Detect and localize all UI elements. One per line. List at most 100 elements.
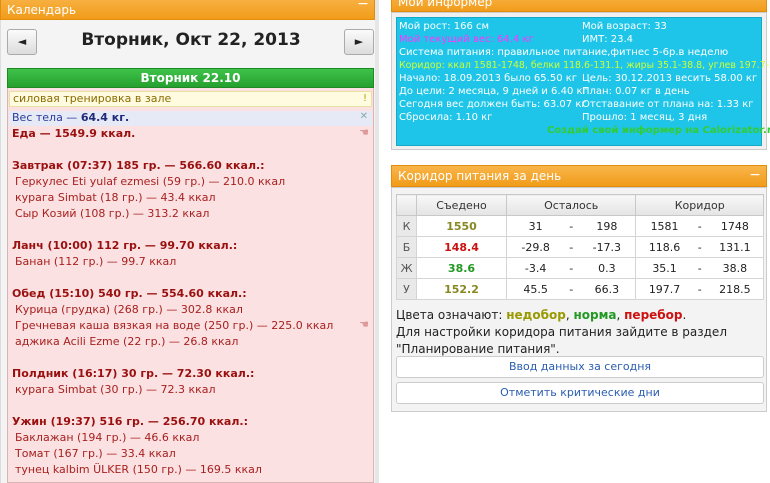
calendar-collapse-button[interactable]: − [356, 0, 370, 13]
range-dash: - [564, 236, 579, 258]
cor-min: 1581 [635, 215, 693, 237]
left-max: -17.3 [578, 236, 637, 258]
corridor-table: Съедено Осталось Коридор К 1550 31 - 198… [396, 194, 764, 300]
row-label: К [396, 215, 417, 237]
next-day-button[interactable]: ► [344, 29, 374, 55]
meal-title: Ужин (19:37) 516 гр. — 256.70 ккал.: [12, 415, 248, 428]
meal-item: Томат (167 гр.) — 33.4 ккал [15, 447, 176, 460]
table-row: К 1550 31 - 198 1581 - 1748 [396, 215, 764, 237]
workout-text: силовая тренировка в зале [13, 92, 172, 105]
range-dash: - [692, 215, 707, 237]
left-min: 31 [506, 215, 565, 237]
corridor-header: Коридор питания за день − [391, 165, 767, 187]
eaten-value: 1550 [416, 215, 507, 237]
corridor-collapse-button[interactable]: − [748, 168, 762, 184]
cor-min: 197.7 [635, 278, 693, 300]
table-row: У 152.2 45.5 - 66.3 197.7 - 218.5 [396, 278, 764, 300]
range-dash: - [692, 278, 707, 300]
food-pin-icon[interactable]: ☚ [359, 126, 369, 139]
row-label: Ж [396, 257, 417, 279]
meal-item: Геркулес Eti yulaf ezmesi (59 гр.) — 210… [15, 175, 286, 188]
page-scrollbar[interactable] [375, 0, 379, 483]
meal-item: Курица (грудка) (268 гр.) — 302.8 ккал [15, 303, 243, 316]
row-label: У [396, 278, 417, 300]
eaten-value: 148.4 [416, 236, 507, 258]
cor-min: 35.1 [635, 257, 693, 279]
table-row: Ж 38.6 -3.4 - 0.3 35.1 - 38.8 [396, 257, 764, 279]
corridor-header-title: Коридор питания за день [398, 169, 562, 183]
row-label: Б [396, 236, 417, 258]
left-max: 0.3 [578, 257, 637, 279]
eaten-value: 38.6 [416, 257, 507, 279]
prev-day-button[interactable]: ◄ [7, 29, 37, 55]
informer-lost: Сбросила: 1.10 кг [399, 112, 493, 123]
eaten-value: 152.2 [416, 278, 507, 300]
left-min: -3.4 [506, 257, 565, 279]
left-max: 198 [578, 215, 637, 237]
informer-age: Мой возраст: 33 [582, 21, 667, 32]
cor-max: 1748 [706, 215, 764, 237]
cor-max: 38.8 [706, 257, 764, 279]
meal-item: Сыр Козий (108 гр.) — 313.2 ккал [15, 207, 210, 220]
meal-item: Банан (112 гр.) — 99.7 ккал [15, 255, 177, 268]
left-max: 66.3 [578, 278, 637, 300]
meal-title: Обед (15:10) 540 гр. — 554.60 ккал.: [12, 287, 247, 300]
meal-item: Баклажан (194 гр.) — 46.6 ккал [15, 431, 200, 444]
meal-item: Гречневая каша вязкая на воде (250 гр.) … [15, 319, 334, 332]
cor-max: 218.5 [706, 278, 764, 300]
legend-over: перебор [624, 308, 683, 322]
informer-bmi: ИМТ: 23.4 [582, 34, 634, 45]
calendar-header: Календарь − [0, 0, 375, 20]
mark-critical-days-button[interactable]: Отметить критические дни [396, 382, 764, 404]
meal-title: Полдник (16:17) 30 гр. — 72.30 ккал.: [12, 367, 255, 380]
calendar-panel: ◄ Вторник, Окт 22, 2013 ► Вторник 22.10 … [0, 20, 378, 483]
meal-item: тунец kalbim ÜLKER (150 гр.) — 169.5 кка… [15, 463, 262, 476]
enter-today-data-button[interactable]: Ввод данных за сегодня [396, 356, 764, 378]
meal-title: Ланч (10:00) 112 гр. — 99.70 ккал.: [12, 239, 238, 252]
day-header[interactable]: Вторник 22.10 [7, 68, 374, 88]
meal-item: курага Simbat (18 гр.) — 43.4 ккал [15, 191, 216, 204]
cor-max: 131.1 [706, 236, 764, 258]
day-log: силовая тренировка в зале ! Вес тела — 6… [7, 88, 374, 483]
meal-item: аджика Acili Ezme (22 гр.) — 26.8 ккал [15, 335, 239, 348]
workout-alert-icon: ! [362, 93, 367, 104]
informer-lag: Отставание от плана на: 1.33 кг [582, 99, 754, 110]
calendar-date-title: Вторник, Окт 22, 2013 [81, 30, 301, 50]
informer-start: Начало: 18.09.2013 было 65.50 кг [399, 73, 578, 84]
informer-diet: Система питания: правильное питание,фитн… [399, 47, 729, 58]
range-dash: - [564, 257, 579, 279]
left-min: -29.8 [506, 236, 565, 258]
color-legend: Цвета означают: недобор, норма, перебор.… [396, 308, 727, 356]
informer-card: Мой рост: 166 см Мой возраст: 33 Мой тек… [396, 17, 770, 146]
meal-pin-icon[interactable]: ☚ [359, 318, 369, 331]
col-remaining: Осталось [505, 194, 637, 216]
table-corner [396, 194, 417, 216]
legend-under: недобор [506, 308, 566, 322]
informer-today-weight: Сегодня вес должен быть: 63.07 кг [399, 99, 587, 110]
table-row: Б 148.4 -29.8 - -17.3 118.6 - 131.1 [396, 236, 764, 258]
informer-plan: План: 0.07 кг в день [582, 86, 690, 97]
informer-height: Мой рост: 166 см [399, 21, 490, 32]
weight-value: 64.4 кг. [80, 111, 130, 124]
meal-item: курага Simbat (30 гр.) — 72.3 ккал [15, 383, 216, 396]
workout-note[interactable]: силовая тренировка в зале ! [9, 91, 372, 107]
informer-current-weight: Мой текущий вес: 64.4 кг [399, 34, 534, 45]
cor-min: 118.6 [635, 236, 693, 258]
informer-create-link[interactable]: Создай свой информер на Calorizator.ru [547, 124, 770, 137]
informer-goal: Цель: 30.12.2013 весить 58.00 кг [582, 73, 758, 84]
informer-panel: Мой рост: 166 см Мой возраст: 33 Мой тек… [391, 12, 770, 150]
col-eaten: Съедено [416, 194, 507, 216]
legend-norm: норма [573, 308, 617, 322]
informer-corridor: Коридор: ккал 1581-1748, белки 118.6-131… [399, 60, 770, 71]
informer-header: Мой информер [391, 0, 767, 12]
legend-prefix: Цвета означают: [396, 308, 507, 322]
weight-row[interactable]: Вес тела — 64.4 кг. ✕ [9, 111, 372, 126]
left-min: 45.5 [506, 278, 565, 300]
corridor-panel: Съедено Осталось Коридор К 1550 31 - 198… [391, 187, 767, 412]
meal-title: Завтрак (07:37) 185 гр. — 566.60 ккал.: [12, 159, 265, 172]
weight-close-icon[interactable]: ✕ [360, 110, 368, 124]
calendar-header-title: Календарь [7, 3, 77, 17]
informer-passed: Прошло: 1 месяц, 3 дня [582, 112, 708, 123]
weight-label: Вес тела — [12, 111, 81, 124]
food-total: Еда — 1549.9 ккал. [12, 127, 136, 140]
